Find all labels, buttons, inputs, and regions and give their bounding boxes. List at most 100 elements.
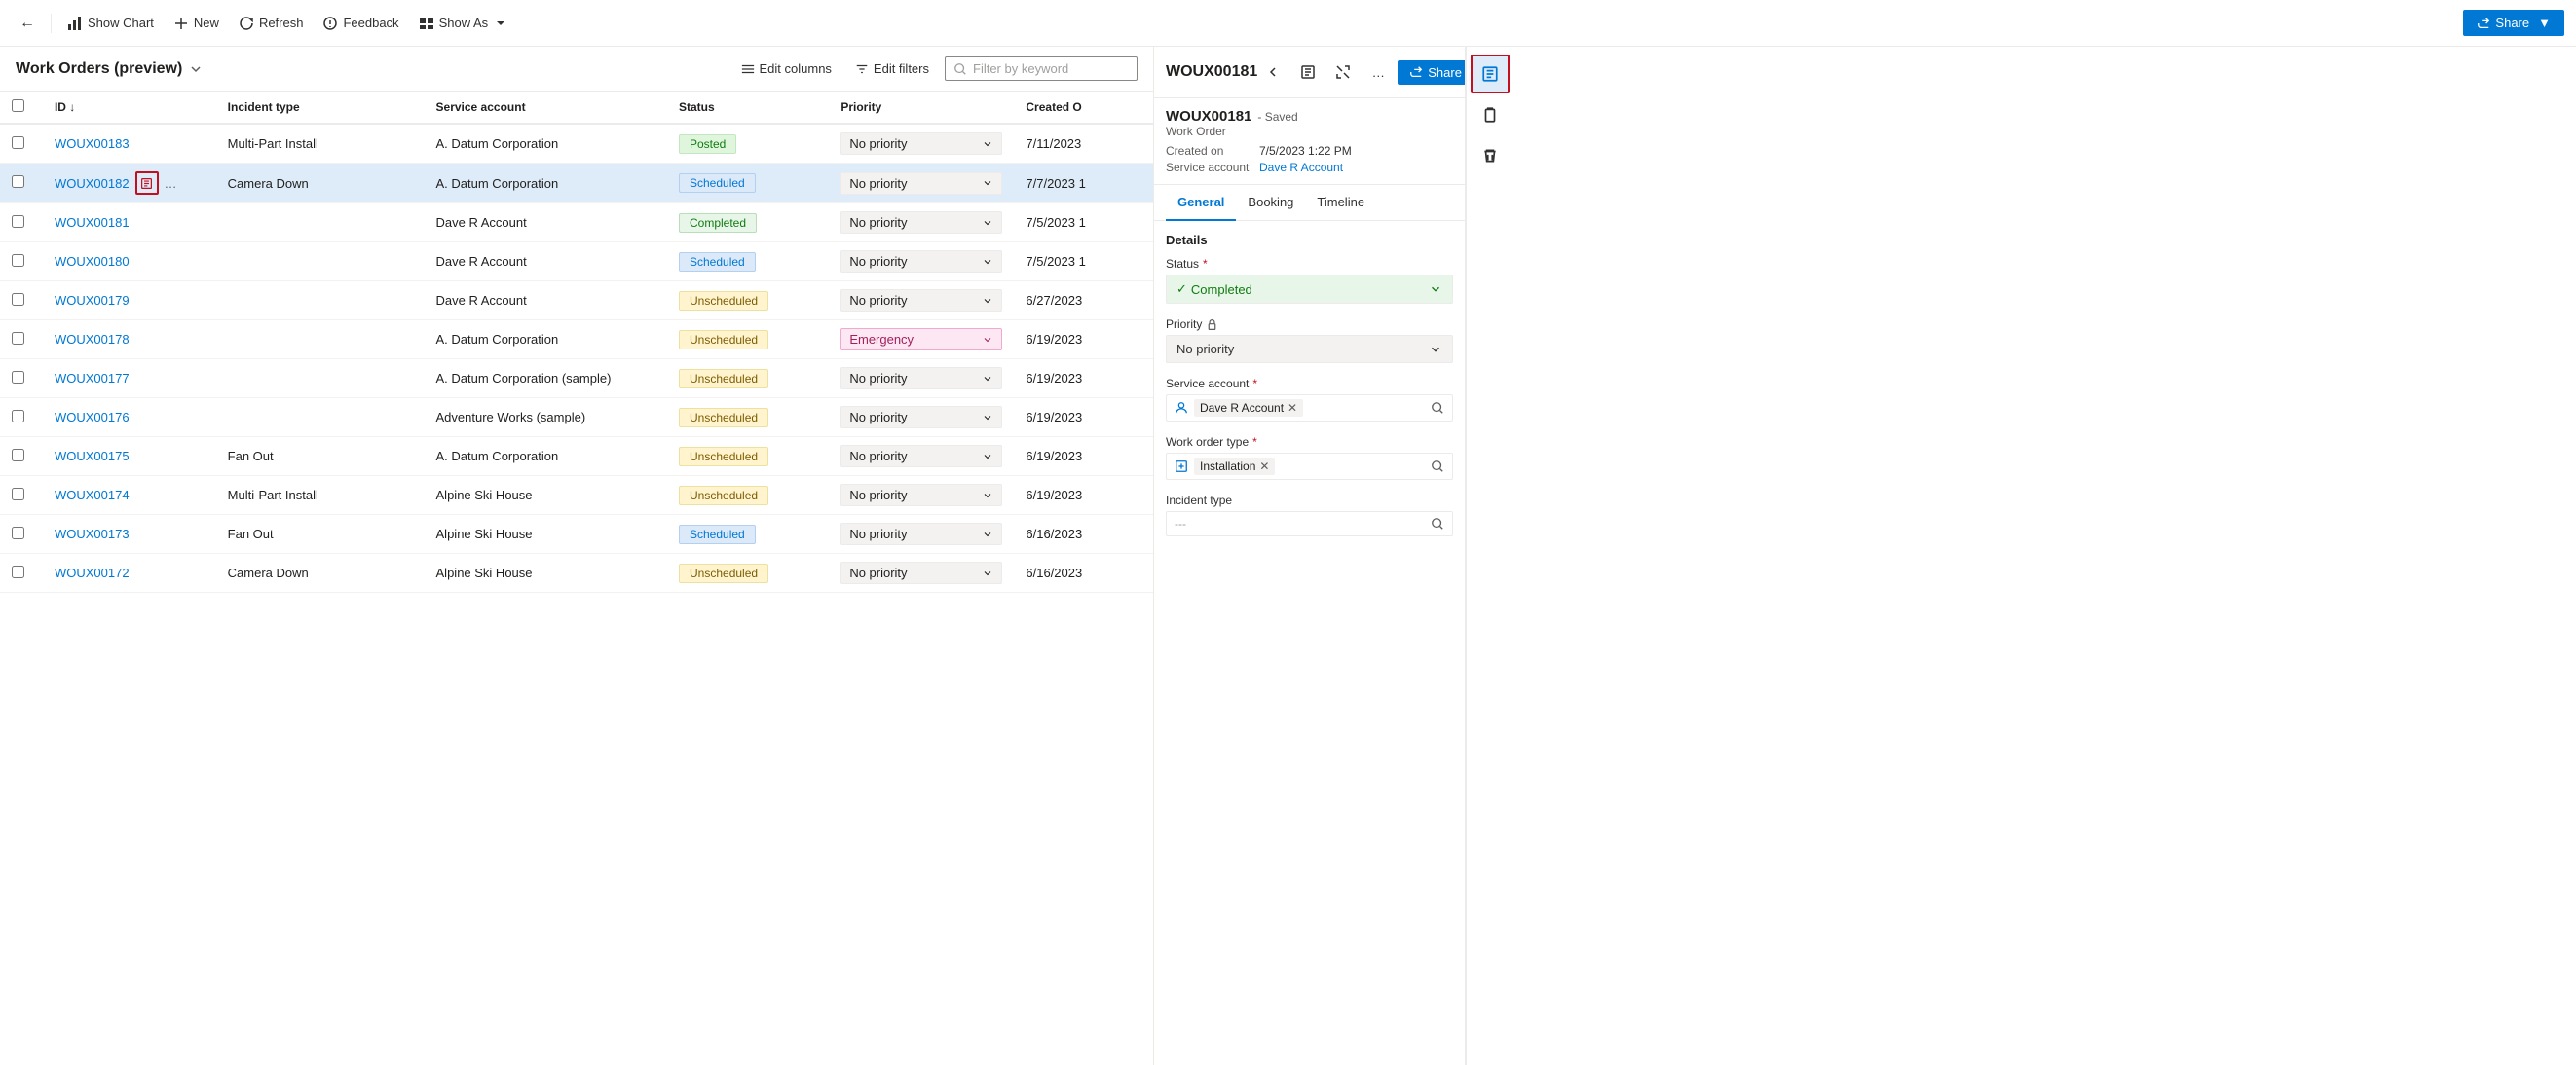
sidebar-clipboard-button[interactable] (1471, 95, 1510, 134)
row-id-link[interactable]: WOUX00173 (55, 527, 130, 541)
header-incident[interactable]: Incident type (216, 92, 425, 124)
row-checkbox[interactable] (12, 175, 24, 188)
row-priority-dropdown[interactable]: No priority (840, 484, 1002, 506)
refresh-button[interactable]: Refresh (231, 11, 312, 36)
row-id-link[interactable]: WOUX00182 (55, 176, 130, 191)
row-priority-dropdown[interactable]: No priority (840, 562, 1002, 584)
row-checkbox[interactable] (12, 371, 24, 384)
header-priority[interactable]: Priority (829, 92, 1014, 124)
status-value-text: Completed (1191, 282, 1252, 297)
detail-nav-prev[interactable] (1257, 56, 1288, 88)
sidebar-delete-button[interactable] (1471, 136, 1510, 175)
row-priority-dropdown[interactable]: No priority (840, 250, 1002, 273)
row-checkbox[interactable] (12, 566, 24, 578)
select-all-checkbox[interactable] (12, 99, 24, 112)
row-checkbox[interactable] (12, 488, 24, 500)
detail-share-button[interactable]: Share (1398, 60, 1466, 85)
incident-search-icon[interactable] (1431, 517, 1444, 531)
detail-more-icon-btn[interactable]: … (1363, 56, 1394, 88)
incident-type-field-value[interactable]: --- (1166, 511, 1453, 536)
incident-field-label: Incident type (1166, 494, 1453, 507)
row-id-link[interactable]: WOUX00177 (55, 371, 130, 386)
wot-remove-btn[interactable]: ✕ (1259, 459, 1269, 473)
row-priority-dropdown[interactable]: No priority (840, 445, 1002, 467)
row-id-link[interactable]: WOUX00178 (55, 332, 130, 347)
edit-columns-button[interactable]: Edit columns (733, 56, 840, 81)
service-account-value[interactable]: Dave R Account (1259, 161, 1343, 174)
row-id-link[interactable]: WOUX00179 (55, 293, 130, 308)
row-checkbox[interactable] (12, 136, 24, 149)
filter-keyword-input[interactable] (973, 61, 1129, 76)
row-priority-dropdown[interactable]: No priority (840, 367, 1002, 389)
show-chart-button[interactable]: Show Chart (59, 11, 162, 36)
row-checkbox[interactable] (12, 527, 24, 539)
row-more-btn[interactable]: … (165, 176, 177, 191)
header-service[interactable]: Service account (425, 92, 667, 124)
row-created-cell: 6/19/2023 (1014, 359, 1153, 398)
row-checkbox[interactable] (12, 215, 24, 228)
sa-label-text: Service account (1166, 377, 1249, 390)
row-id-link[interactable]: WOUX00176 (55, 410, 130, 424)
row-id-link[interactable]: WOUX00183 (55, 136, 130, 151)
row-priority-dropdown[interactable]: No priority (840, 132, 1002, 155)
sa-remove-btn[interactable]: ✕ (1288, 401, 1297, 415)
wot-search-icon[interactable] (1431, 459, 1444, 473)
back-button[interactable]: ← (12, 10, 43, 37)
row-checkbox[interactable] (12, 449, 24, 461)
row-status-cell: Scheduled (667, 515, 829, 554)
row-priority-dropdown[interactable]: No priority (840, 172, 1002, 195)
priority-field-value[interactable]: No priority (1166, 335, 1453, 363)
row-priority-dropdown[interactable]: No priority (840, 523, 1002, 545)
row-priority-dropdown[interactable]: Emergency (840, 328, 1002, 350)
row-id-link[interactable]: WOUX00172 (55, 566, 130, 580)
row-incident-cell (216, 398, 425, 437)
row-priority-dropdown[interactable]: No priority (840, 289, 1002, 312)
form-open-icon[interactable] (135, 171, 159, 195)
sa-search-icon[interactable] (1431, 401, 1444, 415)
feedback-label: Feedback (343, 16, 398, 30)
row-id-link[interactable]: WOUX00181 (55, 215, 130, 230)
show-as-button[interactable]: Show As (411, 11, 517, 36)
table-row: WOUX00181 Dave R Account Completed No pr… (0, 203, 1153, 242)
tab-booking[interactable]: Booking (1236, 185, 1305, 221)
incident-type-field-group: Incident type --- (1166, 494, 1453, 536)
details-section-title: Details (1166, 233, 1453, 247)
row-checkbox[interactable] (12, 410, 24, 422)
tab-timeline[interactable]: Timeline (1305, 185, 1376, 221)
row-status-badge: Scheduled (679, 173, 756, 193)
header-status[interactable]: Status (667, 92, 829, 124)
priority-text: No priority (849, 176, 907, 191)
row-id-link[interactable]: WOUX00175 (55, 449, 130, 463)
created-on-value: 7/5/2023 1:22 PM (1259, 144, 1352, 158)
row-service-cell: Alpine Ski House (425, 476, 667, 515)
share-button-top[interactable]: Share ▼ (2463, 10, 2564, 36)
row-status-badge: Unscheduled (679, 564, 768, 583)
check-circle-icon: ✓ (1176, 281, 1187, 297)
row-checkbox[interactable] (12, 293, 24, 306)
service-account-field-value[interactable]: Dave R Account ✕ (1166, 394, 1453, 422)
edit-filters-button[interactable]: Edit filters (847, 56, 937, 81)
row-checkbox[interactable] (12, 254, 24, 267)
tab-general[interactable]: General (1166, 185, 1236, 221)
detail-expand-icon-btn[interactable] (1327, 56, 1359, 88)
title-chevron-icon[interactable] (188, 61, 204, 77)
list-title: Work Orders (preview) (16, 60, 204, 78)
row-id-link[interactable]: WOUX00180 (55, 254, 130, 269)
row-priority-dropdown[interactable]: No priority (840, 211, 1002, 234)
detail-form-icon-btn[interactable] (1292, 56, 1324, 88)
header-created[interactable]: Created O (1014, 92, 1153, 124)
header-id[interactable]: ID ↓ (43, 92, 216, 124)
row-status-cell: Scheduled (667, 164, 829, 203)
row-checkbox[interactable] (12, 332, 24, 345)
row-created-cell: 6/16/2023 (1014, 515, 1153, 554)
table-body: WOUX00183 Multi-Part Install A. Datum Co… (0, 124, 1153, 593)
new-button[interactable]: New (166, 11, 227, 36)
row-priority-dropdown[interactable]: No priority (840, 406, 1002, 428)
ellipsis-icon: … (1372, 65, 1385, 80)
row-id-link[interactable]: WOUX00174 (55, 488, 130, 502)
row-status-badge: Posted (679, 134, 736, 154)
status-field-value[interactable]: ✓ Completed (1166, 275, 1453, 304)
work-order-type-field-value[interactable]: Installation ✕ (1166, 453, 1453, 480)
sidebar-form-button[interactable] (1471, 55, 1510, 93)
feedback-button[interactable]: Feedback (315, 11, 406, 36)
